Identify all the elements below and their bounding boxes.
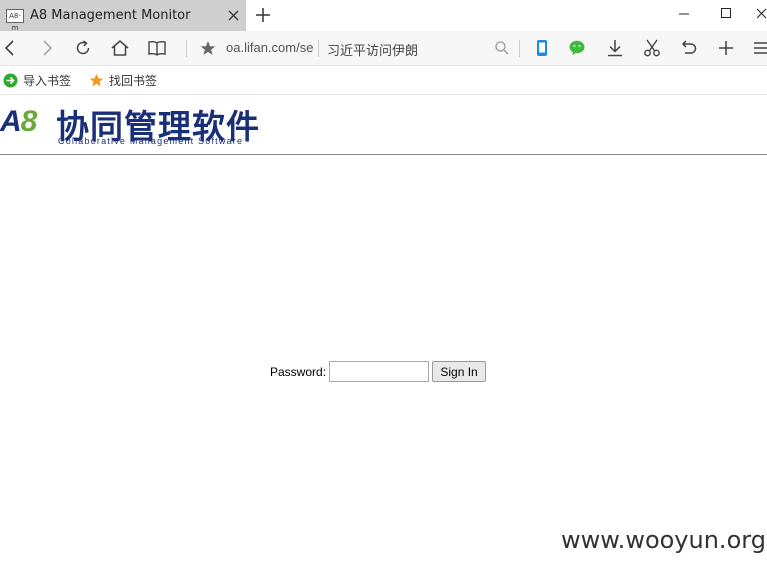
back-icon[interactable] [0,38,20,58]
divider [186,40,187,57]
undo-icon[interactable] [679,38,699,58]
logo-subtitle: Collaborative Management Software [58,136,244,146]
star-icon [89,73,104,88]
import-arrow-icon [3,73,18,88]
bookmark-label: 找回书签 [109,74,158,88]
search-suggestion[interactable]: 习近平访问伊朗 [327,40,418,59]
address-bar-url[interactable]: oa.lifan.com/se [226,40,318,58]
watermark: www.wooyun.org [561,526,766,554]
password-label: Password: [270,364,327,379]
reading-view-icon[interactable] [147,38,167,58]
menu-icon[interactable] [752,38,767,58]
divider [519,40,520,57]
minimize-button[interactable] [676,6,692,20]
navigation-bar: oa.lifan.com/se 习近平访问伊朗 [0,31,767,66]
refresh-icon[interactable] [73,38,93,58]
search-icon[interactable] [494,40,510,56]
forward-icon[interactable] [37,38,57,58]
screenshot-scissors-icon[interactable] [642,38,662,58]
title-bar: A8-m A8 Management Monitor [0,0,767,32]
favorite-star-icon[interactable] [198,38,218,58]
page-header: A8 协同管理软件 Collaborative Management Softw… [0,96,767,155]
divider [318,40,319,57]
tab-title: A8 Management Monitor [30,8,191,23]
sign-in-button[interactable]: Sign In [432,361,487,382]
logo-a8: A8 [0,105,37,138]
phone-icon[interactable] [532,38,552,58]
bookmark-recover[interactable]: 找回书签 [89,72,157,89]
download-icon[interactable] [605,38,625,58]
close-window-button[interactable] [756,6,767,20]
wechat-icon[interactable] [568,38,588,58]
maximize-button[interactable] [718,6,734,20]
password-input[interactable] [329,361,430,382]
login-form: Password: Sign In [270,361,487,382]
bookmark-label: 导入书签 [23,74,72,88]
tab-close-icon[interactable] [226,9,240,23]
bookmarks-bar: 导入书签 找回书签 [0,67,767,95]
bookmark-import[interactable]: 导入书签 [3,72,71,89]
home-icon[interactable] [110,38,130,58]
new-tab-button[interactable] [255,7,271,23]
tab-active[interactable]: A8-m A8 Management Monitor [0,0,246,32]
tab-favicon-icon: A8-m [6,8,24,32]
add-icon[interactable] [716,38,736,58]
